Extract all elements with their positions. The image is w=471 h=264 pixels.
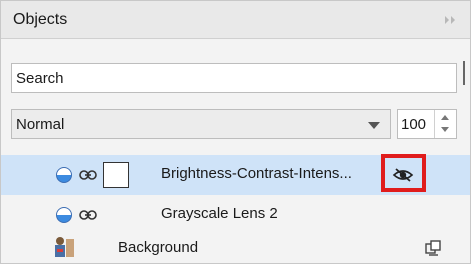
object-name[interactable]: Brightness-Contrast-Intens... [161, 165, 352, 182]
stepper-buttons[interactable] [434, 110, 456, 138]
object-name[interactable]: Background [118, 239, 198, 256]
opacity-stepper[interactable]: 100 [397, 109, 457, 139]
chevron-down-icon [368, 122, 380, 129]
stepper-down-icon[interactable] [441, 127, 449, 132]
double-chevron-right-icon[interactable] [442, 13, 458, 27]
object-name[interactable]: Grayscale Lens 2 [161, 205, 278, 222]
visibility-dot-icon[interactable] [56, 167, 72, 183]
stepper-up-icon[interactable] [441, 115, 449, 120]
highlight-annotation [381, 154, 426, 192]
search-input[interactable]: Search [11, 63, 457, 93]
lock-transform-icon[interactable] [424, 240, 442, 258]
link-icon[interactable] [79, 209, 97, 221]
scrollbar[interactable] [463, 61, 465, 85]
panel-titlebar: Objects [1, 1, 470, 39]
panel-title: Objects [13, 11, 68, 28]
blend-mode-dropdown[interactable]: Normal [11, 109, 391, 139]
visibility-dot-icon[interactable] [56, 207, 72, 223]
search-placeholder: Search [16, 70, 64, 87]
object-thumbnail [103, 162, 129, 188]
background-thumbnail-icon [55, 237, 74, 257]
opacity-value: 100 [401, 116, 427, 133]
objects-panel: Objects Search Normal 100 Brightness-Con… [0, 0, 471, 264]
object-row-background[interactable]: Background [1, 229, 470, 264]
blend-mode-value: Normal [16, 116, 65, 133]
link-icon[interactable] [79, 169, 97, 181]
